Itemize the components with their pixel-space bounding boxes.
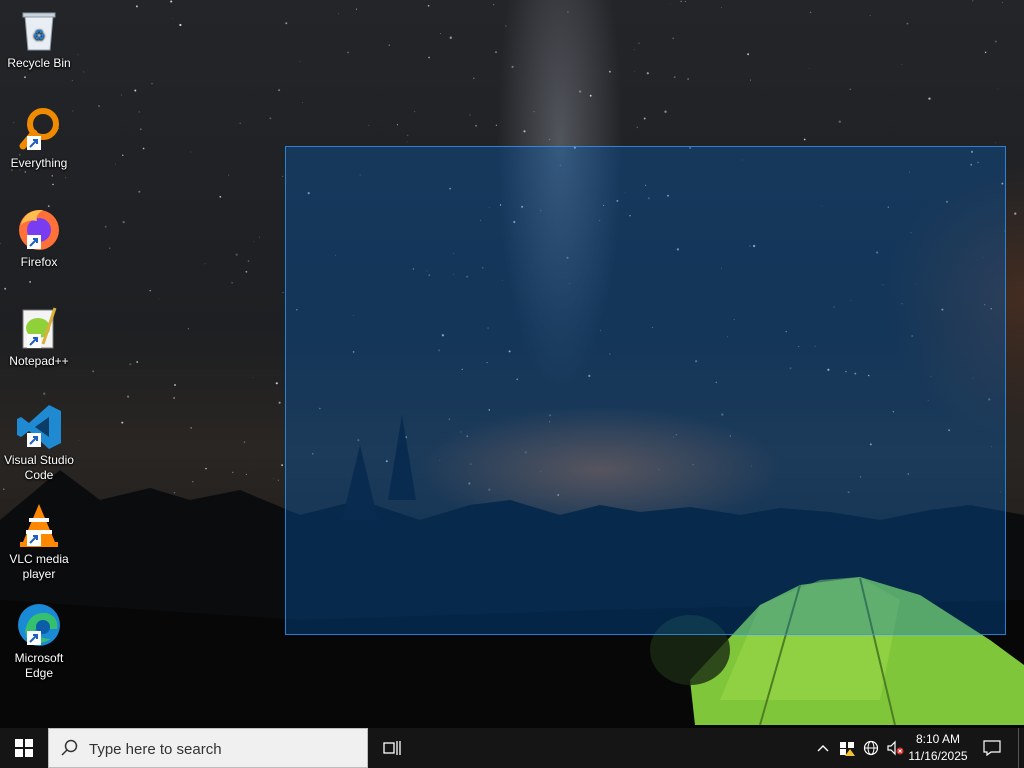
- desktop-icon-label: Recycle Bin: [7, 56, 71, 70]
- search-box[interactable]: Type here to search: [48, 728, 368, 768]
- task-view-icon: [383, 741, 401, 755]
- desktop-icon-label-line2: Edge: [24, 666, 54, 680]
- show-hidden-icons-button[interactable]: [812, 728, 834, 768]
- task-view-button[interactable]: [374, 728, 410, 768]
- desktop-icon-label: Visual Studio: [4, 453, 74, 467]
- shortcut-arrow-icon: [27, 631, 41, 645]
- shortcut-arrow-icon: [27, 433, 41, 447]
- desktop-icon-label: Microsoft: [14, 651, 64, 665]
- clock-time: 8:10 AM: [915, 732, 961, 746]
- desktop-icon-recycle-bin[interactable]: ♻ Recycle Bin: [2, 6, 76, 71]
- desktop-icon-vscode[interactable]: Visual Studio Code: [2, 403, 76, 483]
- volume-muted-icon: [887, 740, 904, 756]
- search-icon: [61, 739, 78, 756]
- firefox-icon: [15, 205, 63, 253]
- vlc-icon: [15, 502, 63, 550]
- show-desktop-button[interactable]: [1018, 728, 1024, 768]
- tray-network[interactable]: [860, 728, 882, 768]
- action-center-icon: [983, 740, 1001, 756]
- desktop-icon-label-line2: player: [22, 567, 56, 581]
- tray-security[interactable]: [836, 728, 858, 768]
- selection-rectangle: [285, 146, 1006, 635]
- vscode-icon: [15, 403, 63, 451]
- edge-icon: [15, 601, 63, 649]
- notepad-plus-plus-icon: [15, 304, 63, 352]
- desktop-icon-notepad-plus-plus[interactable]: Notepad++: [2, 304, 76, 369]
- taskbar: Type here to search 8:10 AM 11/16/2025: [0, 728, 1024, 768]
- shortcut-arrow-icon: [27, 334, 41, 348]
- shortcut-arrow-icon: [27, 235, 41, 249]
- shortcut-arrow-icon: [27, 136, 41, 150]
- svg-text:♻: ♻: [33, 28, 46, 44]
- desktop-icon-edge[interactable]: Microsoft Edge: [2, 601, 76, 681]
- network-globe-icon: [863, 740, 879, 756]
- desktop-icon-everything[interactable]: Everything: [2, 106, 76, 171]
- search-placeholder: Type here to search: [89, 741, 222, 758]
- clock[interactable]: 8:10 AM 11/16/2025: [904, 731, 972, 765]
- windows-security-icon: [840, 742, 855, 756]
- tray-volume[interactable]: [884, 728, 906, 768]
- chevron-up-icon: [817, 745, 829, 752]
- recycle-bin-icon: ♻: [15, 6, 63, 54]
- desktop[interactable]: ♻ Recycle Bin Everything Firefox Notepad…: [0, 0, 1024, 728]
- desktop-icon-label: Notepad++: [9, 354, 69, 368]
- clock-date: 11/16/2025: [908, 749, 968, 763]
- desktop-icon-firefox[interactable]: Firefox: [2, 205, 76, 270]
- start-button[interactable]: [0, 728, 48, 768]
- action-center-button[interactable]: [980, 728, 1004, 768]
- desktop-icon-label-line2: Code: [24, 468, 54, 482]
- desktop-icon-label: Firefox: [20, 255, 58, 269]
- desktop-icon-label: Everything: [10, 156, 68, 170]
- desktop-icon-vlc[interactable]: VLC media player: [2, 502, 76, 582]
- windows-logo-icon: [15, 739, 33, 757]
- everything-search-icon: [15, 106, 63, 154]
- shortcut-arrow-icon: [27, 532, 41, 546]
- desktop-icon-label: VLC media: [9, 552, 69, 566]
